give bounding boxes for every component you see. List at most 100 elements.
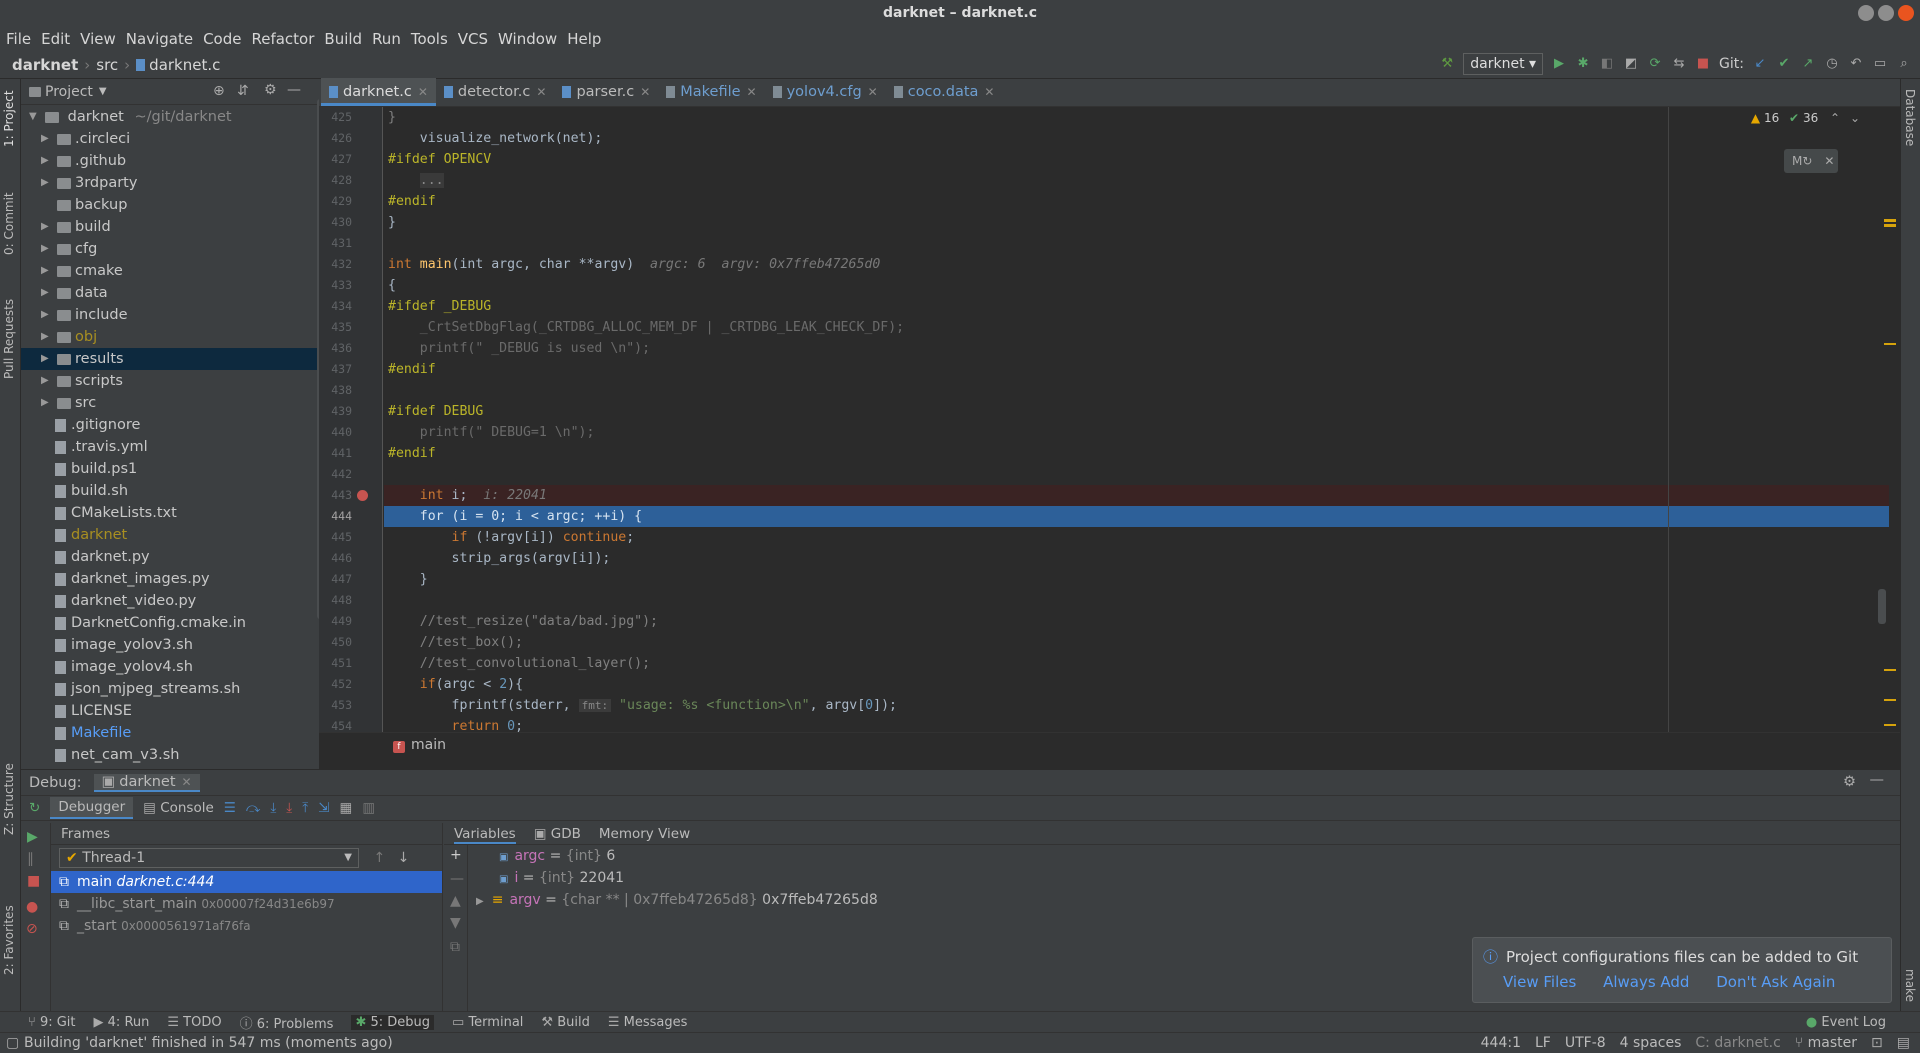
- menu-refactor[interactable]: Refactor: [251, 30, 314, 48]
- error-stripe-mark[interactable]: [1884, 224, 1896, 227]
- tree-file-item[interactable]: DarknetConfig.cmake.in: [21, 612, 319, 634]
- tab-terminal[interactable]: ▭ Terminal: [452, 1015, 523, 1030]
- line-number[interactable]: 450: [319, 632, 382, 653]
- menu-icon[interactable]: ☰: [224, 800, 236, 816]
- tree-file-item[interactable]: darknet_video.py: [21, 590, 319, 612]
- file-encoding[interactable]: UTF-8: [1565, 1033, 1606, 1053]
- force-step-into-icon[interactable]: ⤓: [286, 800, 292, 816]
- caret-position[interactable]: 444:1: [1481, 1033, 1521, 1053]
- line-number[interactable]: 453: [319, 695, 382, 716]
- hide-icon[interactable]: —: [1870, 772, 1885, 788]
- close-icon[interactable]: ✕: [1824, 154, 1834, 168]
- tab-git[interactable]: ⑂ 9: Git: [28, 1015, 76, 1030]
- mute-breakpoints-icon[interactable]: ⊘: [26, 921, 38, 937]
- expand-icon[interactable]: ▶: [41, 128, 49, 150]
- line-number[interactable]: 440: [319, 422, 382, 443]
- tree-folder-item[interactable]: ▶ .github: [21, 150, 319, 172]
- tree-folder-item[interactable]: backup: [21, 194, 319, 216]
- view-breakpoints-icon[interactable]: ●: [26, 899, 38, 915]
- expand-icon[interactable]: ▶: [41, 370, 49, 392]
- expand-icon[interactable]: ▶: [41, 348, 49, 370]
- editor-tab[interactable]: coco.data ✕: [886, 78, 1003, 106]
- error-stripe-mark[interactable]: [1884, 219, 1896, 222]
- tree-file-item[interactable]: CMakeLists.txt: [21, 502, 319, 524]
- debug-icon[interactable]: ✱: [1575, 56, 1591, 72]
- close-icon[interactable]: ✕: [640, 85, 650, 99]
- layout-icon[interactable]: ▥: [362, 800, 375, 816]
- menu-help[interactable]: Help: [567, 30, 601, 48]
- stop-icon[interactable]: ■: [27, 873, 40, 889]
- variable-row[interactable]: ▣ i = {int} 22041: [444, 867, 1900, 889]
- git-update-icon[interactable]: ↙: [1752, 56, 1768, 72]
- line-number[interactable]: 431: [319, 233, 382, 254]
- breakpoint-icon[interactable]: [357, 490, 368, 501]
- tree-folder-item[interactable]: ▶ results: [21, 348, 319, 370]
- git-branch[interactable]: ⑂ master: [1795, 1033, 1857, 1053]
- error-stripe-mark[interactable]: [1884, 699, 1896, 701]
- error-stripe-mark[interactable]: [1884, 724, 1896, 726]
- git-rollback-icon[interactable]: ↶: [1848, 56, 1864, 72]
- tool-pull-requests-tab[interactable]: Pull Requests: [2, 299, 16, 379]
- tree-file-item[interactable]: LICENSE: [21, 700, 319, 722]
- tree-file-item[interactable]: build.ps1: [21, 458, 319, 480]
- tree-folder-item[interactable]: ▶ build: [21, 216, 319, 238]
- tree-file-item[interactable]: json_mjpeg_streams.sh: [21, 678, 319, 700]
- memory-icon[interactable]: ▤: [1897, 1033, 1910, 1053]
- close-icon[interactable]: ✕: [868, 85, 878, 99]
- frame-down-icon[interactable]: ↓: [398, 850, 410, 866]
- tree-file-item[interactable]: net_cam_v3.sh: [21, 744, 319, 766]
- line-number[interactable]: 447: [319, 569, 382, 590]
- rerun-icon[interactable]: ↻: [29, 800, 40, 816]
- line-number[interactable]: 435: [319, 317, 382, 338]
- menu-file[interactable]: File: [6, 30, 31, 48]
- menu-view[interactable]: View: [80, 30, 116, 48]
- expand-icon[interactable]: ▶: [41, 172, 49, 194]
- line-number[interactable]: 438: [319, 380, 382, 401]
- expand-icon[interactable]: ▶: [41, 216, 49, 238]
- menu-window[interactable]: Window: [498, 30, 557, 48]
- step-over-icon[interactable]: ⤼: [246, 800, 260, 816]
- tree-folder-item[interactable]: ▶ scripts: [21, 370, 319, 392]
- line-number[interactable]: 430: [319, 212, 382, 233]
- line-number[interactable]: 442: [319, 464, 382, 485]
- breadcrumb-project[interactable]: darknet: [12, 56, 78, 74]
- copy-icon[interactable]: ⧉: [450, 939, 460, 955]
- line-number[interactable]: 427: [319, 149, 382, 170]
- collapse-icon[interactable]: ⇵: [237, 83, 249, 99]
- expand-icon[interactable]: ▶: [41, 238, 49, 260]
- close-icon[interactable]: ✕: [182, 775, 192, 789]
- code-view[interactable]: } visualize_network(net); #ifdef OPENCV …: [384, 107, 1889, 732]
- step-into-icon[interactable]: ⤓: [270, 800, 276, 816]
- tab-build[interactable]: ⚒ Build: [541, 1015, 589, 1030]
- expand-icon[interactable]: ▶: [476, 896, 484, 907]
- view-files-link[interactable]: View Files: [1503, 973, 1576, 991]
- line-number[interactable]: 443: [319, 485, 382, 506]
- tree-folder-item[interactable]: ▶ .circleci: [21, 128, 319, 150]
- move-down-icon[interactable]: ▼: [450, 915, 461, 931]
- tree-folder-item[interactable]: ▶ src: [21, 392, 319, 414]
- tree-folder-item[interactable]: ▶ 3rdparty: [21, 172, 319, 194]
- stop-icon[interactable]: ■: [1695, 56, 1711, 72]
- error-stripe-mark[interactable]: [1884, 343, 1896, 345]
- expand-icon[interactable]: ▶: [41, 282, 49, 304]
- search-icon[interactable]: ⌕: [1896, 56, 1912, 72]
- indent-setting[interactable]: 4 spaces: [1620, 1033, 1682, 1053]
- menu-navigate[interactable]: Navigate: [126, 30, 193, 48]
- build-hammer-icon[interactable]: ⚒: [1439, 56, 1455, 72]
- run-to-cursor-icon[interactable]: ⇲: [318, 800, 329, 816]
- tree-folder-item[interactable]: ▶ include: [21, 304, 319, 326]
- git-history-icon[interactable]: ◷: [1824, 56, 1840, 72]
- line-number[interactable]: 452: [319, 674, 382, 695]
- code-breadcrumb[interactable]: main: [411, 737, 446, 753]
- frame-row[interactable]: ⧉ __libc_start_main 0x00007f24d31e6b97: [51, 893, 442, 915]
- hide-icon[interactable]: —: [287, 82, 301, 98]
- menu-code[interactable]: Code: [203, 30, 241, 48]
- minimize-button[interactable]: [1858, 5, 1874, 21]
- line-number[interactable]: 441: [319, 443, 382, 464]
- error-stripe-mark[interactable]: [1884, 669, 1896, 671]
- coverage-icon[interactable]: ◧: [1599, 56, 1615, 72]
- resume-icon[interactable]: ▶: [27, 829, 38, 845]
- run-config-select[interactable]: darknet ▾: [1463, 53, 1544, 75]
- project-title[interactable]: Project: [45, 84, 93, 100]
- git-commit-icon[interactable]: ✔: [1776, 56, 1792, 72]
